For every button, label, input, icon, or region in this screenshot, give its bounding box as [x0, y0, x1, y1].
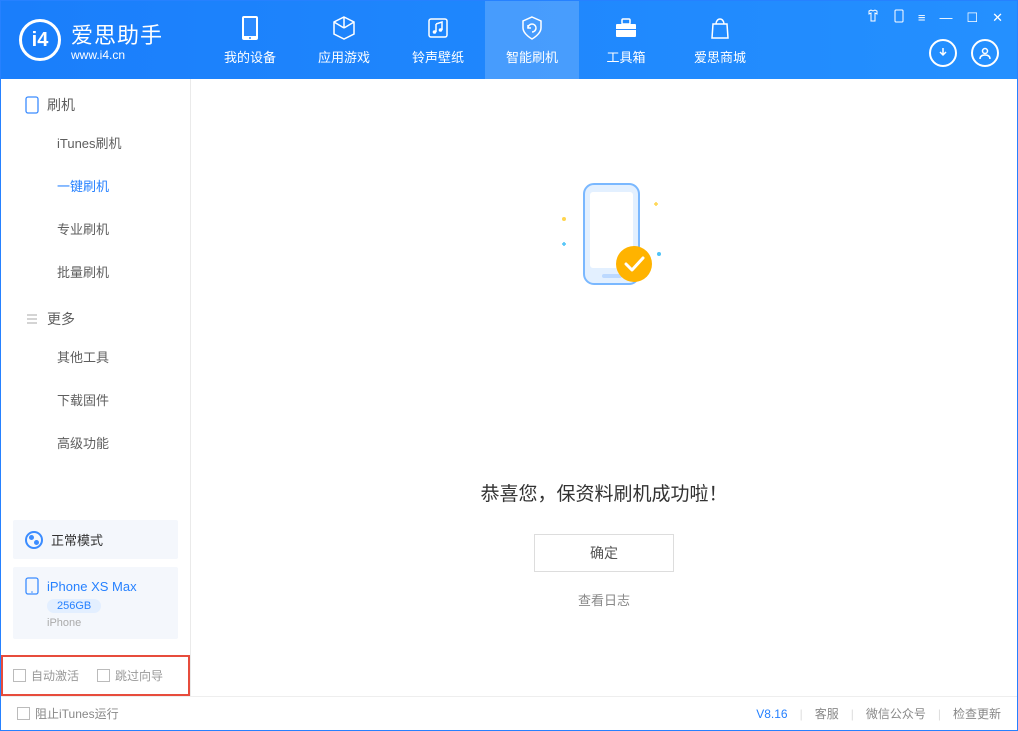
sidebar-section-flash: 刷机	[1, 79, 190, 121]
main-content: 恭喜您，保资料刷机成功啦！ 确定 查看日志	[191, 79, 1017, 696]
phone-outline-icon	[25, 96, 39, 114]
version-label: V8.16	[756, 707, 787, 721]
phone-small-icon[interactable]	[894, 9, 904, 26]
checkbox-block-itunes[interactable]: 阻止iTunes运行	[17, 705, 119, 722]
support-link[interactable]: 客服	[815, 705, 839, 722]
device-phone-icon	[25, 577, 39, 595]
success-message: 恭喜您，保资料刷机成功啦！	[191, 479, 1017, 506]
ok-button[interactable]: 确定	[534, 534, 674, 572]
device-info: 正常模式 iPhone XS Max 256GB iPhone	[13, 520, 178, 639]
mode-icon	[25, 531, 43, 549]
minimize-icon[interactable]: —	[939, 10, 952, 25]
sidebar-item-itunes[interactable]: iTunes刷机	[1, 121, 190, 164]
flash-options-highlighted: 自动激活 跳过向导	[1, 655, 190, 696]
success-illustration	[524, 174, 684, 319]
checkbox-skip-guide[interactable]: 跳过向导	[97, 667, 163, 684]
logo: i4 爱思助手 www.i4.cn	[19, 18, 163, 62]
toolbox-icon	[613, 15, 639, 41]
tab-appgame[interactable]: 应用游戏	[297, 1, 391, 79]
checkbox-auto-activate[interactable]: 自动激活	[13, 667, 79, 684]
menu-icon[interactable]: ≡	[918, 10, 926, 25]
wechat-link[interactable]: 微信公众号	[866, 705, 926, 722]
header-right-buttons	[929, 39, 999, 67]
titlebar-controls: ≡ — ☐ ✕	[866, 9, 1003, 26]
device-card[interactable]: iPhone XS Max 256GB iPhone	[13, 567, 178, 639]
update-link[interactable]: 检查更新	[953, 705, 1001, 722]
device-type: iPhone	[47, 617, 166, 629]
bag-icon	[707, 15, 733, 41]
sidebar-section-more: 更多	[1, 293, 190, 335]
sidebar-item-oneclick[interactable]: 一键刷机	[1, 164, 190, 207]
close-icon[interactable]: ✕	[992, 10, 1003, 26]
maximize-icon[interactable]: ☐	[966, 10, 978, 26]
device-mode[interactable]: 正常模式	[13, 520, 178, 559]
tab-mydevice[interactable]: 我的设备	[203, 1, 297, 79]
user-button[interactable]	[971, 39, 999, 67]
tshirt-icon[interactable]	[866, 9, 880, 26]
tab-smartflash[interactable]: 智能刷机	[485, 1, 579, 79]
tab-toolbox[interactable]: 工具箱	[579, 1, 673, 79]
sidebar-item-pro[interactable]: 专业刷机	[1, 207, 190, 250]
music-icon	[425, 15, 451, 41]
phone-icon	[237, 15, 263, 41]
sidebar-item-advanced[interactable]: 高级功能	[1, 421, 190, 464]
shield-refresh-icon	[519, 15, 545, 41]
tab-store[interactable]: 爱思商城	[673, 1, 767, 79]
cube-icon	[331, 15, 357, 41]
app-name: 爱思助手	[71, 18, 163, 50]
sidebar-item-othertools[interactable]: 其他工具	[1, 335, 190, 378]
view-log-link[interactable]: 查看日志	[191, 590, 1017, 609]
main-tabs: 我的设备 应用游戏 铃声壁纸 智能刷机 工具箱 爱思商城	[203, 1, 767, 79]
sidebar-item-firmware[interactable]: 下载固件	[1, 378, 190, 421]
sidebar: 刷机 iTunes刷机 一键刷机 专业刷机 批量刷机 更多 其他工具 下载固件 …	[1, 79, 191, 696]
list-icon	[25, 312, 39, 326]
footer: 阻止iTunes运行 V8.16 | 客服 | 微信公众号 | 检查更新	[1, 696, 1017, 730]
download-button[interactable]	[929, 39, 957, 67]
logo-icon: i4	[19, 19, 61, 61]
app-url: www.i4.cn	[71, 48, 163, 62]
app-header: i4 爱思助手 www.i4.cn 我的设备 应用游戏 铃声壁纸 智能刷机 工具…	[1, 1, 1017, 79]
sidebar-item-batch[interactable]: 批量刷机	[1, 250, 190, 293]
device-storage: 256GB	[47, 599, 101, 613]
tab-ringtone[interactable]: 铃声壁纸	[391, 1, 485, 79]
